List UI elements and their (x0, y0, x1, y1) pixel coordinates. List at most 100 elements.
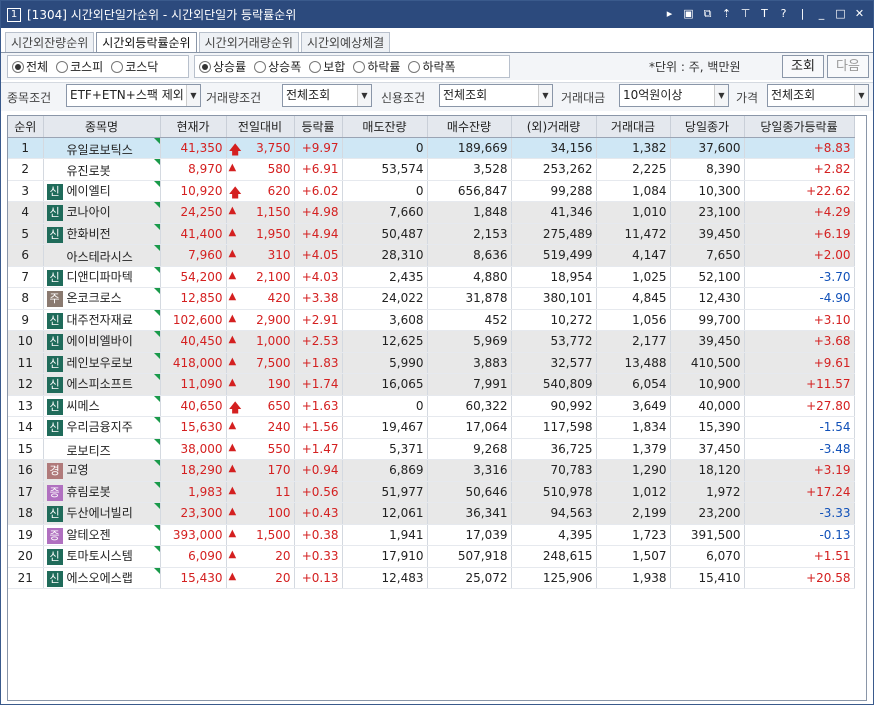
tab-1[interactable]: 시간외잔량순위 (5, 32, 95, 53)
type-radio-5[interactable]: 하락폭 (408, 58, 456, 75)
type-radio-1[interactable]: 상승률 (199, 58, 246, 75)
stock-name-cell[interactable]: 유진로봇 (43, 158, 161, 181)
market-radio-1[interactable]: 전체 (12, 58, 48, 75)
table-row[interactable]: 12 신 에스피소프트 11,090 ▲ 190 +1.74 16,065 7,991 540,8… (8, 373, 855, 396)
stock-name-cell[interactable]: 아스테라시스 (43, 244, 161, 267)
table-row[interactable]: 1 유일로보틱스 41,350 🡅 3,750 +9.97 0 189,669 34,156 1,… (8, 137, 855, 159)
column-header[interactable]: 매수잔량 (427, 116, 512, 138)
stock-name-cell[interactable]: 신 우리금융지주 (43, 416, 161, 439)
next-button[interactable]: 다음 (827, 55, 869, 78)
market-radio-3[interactable]: 코스닥 (111, 58, 158, 75)
radio-dot-icon[interactable] (353, 60, 366, 73)
volume-condition-label: 거래량조건 (206, 91, 262, 105)
stock-name-cell[interactable]: 신 대주전자재료 (43, 309, 161, 331)
chevron-down-icon[interactable]: ▼ (854, 85, 868, 106)
column-header[interactable]: 전일대비 (226, 116, 295, 138)
maximize-icon[interactable]: □ (833, 6, 848, 22)
stock-name-cell[interactable]: 로보티즈 (43, 438, 161, 460)
column-header[interactable]: 거래대금 (596, 116, 671, 138)
table-row[interactable]: 6 아스테라시스 7,960 ▲ 310 +4.05 28,310 8,636 519,499 4… (8, 244, 855, 267)
radio-dot-icon[interactable] (408, 60, 421, 73)
table-row[interactable]: 4 신 코나아이 24,250 ▲ 1,150 +4.98 7,660 1,848 41,346 1… (8, 201, 855, 224)
table-row[interactable]: 13 신 씨메스 40,650 🡅 650 +1.63 0 60,322 90,992 3,649 4… (8, 395, 855, 417)
type-radio-3[interactable]: 보합 (309, 58, 345, 75)
stock-condition-select[interactable]: ETF+ETN+스팩 제외 ▼ (66, 84, 201, 107)
stock-name-cell[interactable]: 신 레인보우로보 (43, 352, 161, 374)
stock-name-cell[interactable]: 신 한화비전 (43, 223, 161, 245)
stock-name-cell[interactable]: 경 고영 (43, 459, 161, 482)
chevron-down-icon[interactable]: ▼ (538, 85, 552, 106)
stock-name-cell[interactable]: 신 에이비엘바이 (43, 330, 161, 353)
help-icon[interactable]: ? (776, 6, 791, 22)
radio-dot-icon[interactable] (254, 60, 267, 73)
table-row[interactable]: 5 신 한화비전 41,400 ▲ 1,950 +4.94 50,487 2,153 275,48… (8, 223, 855, 245)
table-row[interactable]: 18 신 두산에너빌리 23,300 ▲ 100 +0.43 12,061 36,341 94,5… (8, 502, 855, 525)
volume-condition-select[interactable]: 전체조회 ▼ (282, 84, 372, 107)
stock-name-cell[interactable]: 주 온코크로스 (43, 287, 161, 310)
column-header[interactable]: 현재가 (160, 116, 227, 138)
column-header[interactable]: 매도잔량 (342, 116, 428, 138)
table-row[interactable]: 20 신 토마토시스템 6,090 ▲ 20 +0.33 17,910 507,918 248,6… (8, 545, 855, 568)
radio-dot-icon[interactable] (12, 60, 24, 73)
table-row[interactable]: 21 신 에스오에스랩 15,430 ▲ 20 +0.13 12,483 25,072 125,9… (8, 567, 855, 589)
screen-icon[interactable]: ▣ (681, 6, 696, 22)
tab-3[interactable]: 시간외거래량순위 (198, 32, 299, 53)
radio-dot-icon[interactable] (56, 60, 69, 73)
credit-condition-select[interactable]: 전체조회 ▼ (439, 84, 553, 107)
table-row[interactable]: 15 로보티즈 38,000 ▲ 550 +1.47 5,371 9,268 36,725 1,3… (8, 438, 855, 460)
table-row[interactable]: 10 신 에이비엘바이 40,450 ▲ 1,000 +2.53 12,625 5,969 53,… (8, 330, 855, 353)
search-button[interactable]: 조회 (782, 55, 824, 78)
column-header[interactable]: 종목명 (43, 116, 161, 138)
chevron-down-icon[interactable]: ▼ (357, 85, 371, 106)
table-row[interactable]: 16 경 고영 18,290 ▲ 170 +0.94 6,869 3,316 70,783 1,29… (8, 459, 855, 482)
stock-name-cell[interactable]: 신 씨메스 (43, 395, 161, 417)
table-row[interactable]: 9 신 대주전자재료 102,600 ▲ 2,900 +2.91 3,608 452 10,272… (8, 309, 855, 331)
table-row[interactable]: 14 신 우리금융지주 15,630 ▲ 240 +1.56 19,467 17,064 117,… (8, 416, 855, 439)
chevron-down-icon[interactable]: ▼ (186, 85, 200, 106)
type-radio-2[interactable]: 상승폭 (254, 58, 301, 75)
radio-dot-icon[interactable] (199, 60, 211, 73)
radio-dot-icon[interactable] (111, 60, 124, 73)
stock-name-cell[interactable]: 신 디앤디파마텍 (43, 266, 161, 288)
table-row[interactable]: 7 신 디앤디파마텍 54,200 ▲ 2,100 +4.03 2,435 4,880 18,95… (8, 266, 855, 288)
close-icon[interactable]: ✕ (852, 6, 867, 22)
column-header[interactable]: 당일종가 (670, 116, 745, 138)
type-radio-4[interactable]: 하락률 (353, 58, 400, 75)
window-icon[interactable]: ⧉ (700, 6, 715, 22)
tab-4[interactable]: 시간외예상체결 (300, 32, 391, 53)
close-rate-cell: +2.82 (744, 158, 855, 181)
text-icon[interactable]: T (757, 6, 772, 22)
market-radio-2[interactable]: 코스피 (56, 58, 103, 75)
stock-name-cell[interactable]: 증 알테오젠 (43, 524, 161, 546)
stock-name-cell[interactable]: 신 두산에너빌리 (43, 502, 161, 525)
arrow-right-icon[interactable]: ▸ (662, 6, 677, 22)
table-row[interactable]: 3 신 에이엘티 10,920 🡅 620 +6.02 0 656,847 99,288 1,084… (8, 180, 855, 202)
column-header[interactable]: (외)거래량 (511, 116, 597, 138)
table-row[interactable]: 2 유진로봇 8,970 ▲ 580 +6.91 53,574 3,528 253,262 2,2… (8, 158, 855, 181)
stock-name-cell[interactable]: 신 토마토시스템 (43, 545, 161, 568)
tab-2[interactable]: 시간외등락률순위 (96, 32, 197, 54)
pin-icon[interactable]: ⇡ (719, 6, 734, 22)
table-row[interactable]: 11 신 레인보우로보 418,000 ▲ 7,500 +1.83 5,990 3,883 32,… (8, 352, 855, 374)
ranking-table-container[interactable]: 순위 종목명 현재가 전일대비 등락률 매도잔량 매수잔량 (외)거래량 거래대금 당일종가 당일종… (7, 115, 867, 701)
stock-name-cell[interactable]: 신 에스피소프트 (43, 373, 161, 396)
column-header[interactable]: 순위 (8, 116, 44, 138)
change-value: 2,900 (256, 312, 291, 327)
pushpin-icon[interactable]: ⊤ (738, 6, 753, 22)
stock-name-cell[interactable]: 신 에스오에스랩 (43, 567, 161, 589)
stock-name-cell[interactable]: 증 휴림로봇 (43, 481, 161, 503)
table-row[interactable]: 8 주 온코크로스 12,850 ▲ 420 +3.38 24,022 31,878 380,10… (8, 287, 855, 310)
stock-badge: 신 (46, 226, 63, 243)
stock-name-cell[interactable]: 유일로보틱스 (43, 137, 161, 159)
stock-name-cell[interactable]: 신 에이엘티 (43, 180, 161, 202)
column-header[interactable]: 등락률 (294, 116, 343, 138)
minimize-icon[interactable]: _ (814, 6, 829, 22)
column-header[interactable]: 당일종가등락률 (744, 116, 855, 138)
radio-dot-icon[interactable] (309, 60, 322, 73)
trade-amount-select[interactable]: 10억원이상 ▼ (619, 84, 729, 107)
table-row[interactable]: 17 증 휴림로봇 1,983 ▲ 11 +0.56 51,977 50,646 510,978 1… (8, 481, 855, 503)
chevron-down-icon[interactable]: ▼ (714, 85, 728, 106)
table-row[interactable]: 19 증 알테오젠 393,000 ▲ 1,500 +0.38 1,941 17,039 4,39… (8, 524, 855, 546)
price-select[interactable]: 전체조회 ▼ (767, 84, 869, 107)
stock-name-cell[interactable]: 신 코나아이 (43, 201, 161, 224)
